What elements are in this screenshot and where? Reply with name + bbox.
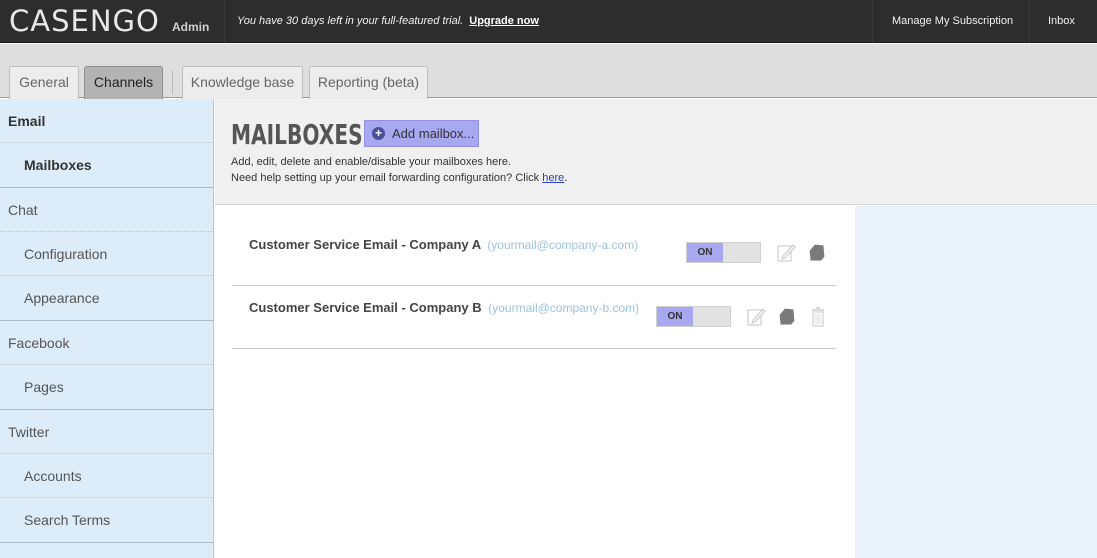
logo-admin-label: Admin (172, 20, 210, 34)
upgrade-link[interactable]: Upgrade now (469, 15, 539, 27)
right-panel (855, 206, 1097, 558)
mailbox-row: Customer Service Email - Company B (your… (232, 286, 836, 349)
logo[interactable]: CASENGO (9, 4, 160, 38)
page-title: MAILBOXES (231, 118, 363, 151)
tag-icon[interactable] (807, 242, 827, 264)
toggle-on-label: ON (657, 307, 693, 326)
mailbox-email: (yourmail@company-a.com) (487, 238, 639, 252)
sidebar-item-email[interactable]: Email (0, 99, 213, 143)
edit-icon[interactable] (776, 242, 796, 264)
trial-notice: You have 30 days left in your full-featu… (237, 15, 539, 27)
divider (872, 0, 873, 43)
mailbox-email: (yourmail@company-b.com) (488, 301, 640, 315)
mailbox-name-text: Customer Service Email - Company A (249, 237, 481, 252)
tab-knowledge-base[interactable]: Knowledge base (182, 66, 303, 99)
tab-divider (172, 70, 173, 94)
add-mailbox-label: Add mailbox... (392, 126, 475, 141)
sidebar: Email Mailboxes Chat Configuration Appea… (0, 99, 214, 558)
plus-circle-icon: + (372, 127, 385, 140)
mailbox-toggle[interactable]: ON (656, 306, 731, 327)
description-line-2: Need help setting up your email forwardi… (231, 172, 567, 184)
add-mailbox-button[interactable]: + Add mailbox... (364, 120, 479, 147)
mailbox-name: Customer Service Email - Company B (your… (249, 300, 639, 315)
sidebar-item-pages[interactable]: Pages (0, 365, 213, 409)
mailbox-toggle[interactable]: ON (686, 242, 761, 263)
sidebar-group-email: Email Mailboxes (0, 99, 213, 188)
trash-icon[interactable] (808, 306, 828, 328)
inbox-link[interactable]: Inbox (1048, 15, 1075, 27)
sidebar-item-configuration[interactable]: Configuration (0, 232, 213, 276)
sidebar-item-mailboxes[interactable]: Mailboxes (0, 143, 213, 187)
sidebar-item-appearance[interactable]: Appearance (0, 276, 213, 320)
mailbox-row: Customer Service Email - Company A (your… (232, 223, 836, 286)
edit-icon[interactable] (746, 306, 766, 328)
tab-bar: General Channels Knowledge base Reportin… (0, 44, 1097, 99)
manage-subscription-link[interactable]: Manage My Subscription (892, 15, 1013, 27)
sidebar-item-chat[interactable]: Chat (0, 188, 213, 232)
tab-general[interactable]: General (9, 66, 79, 99)
help-link[interactable]: here (542, 172, 564, 184)
sidebar-item-accounts[interactable]: Accounts (0, 454, 213, 498)
sidebar-item-search-terms[interactable]: Search Terms (0, 498, 213, 542)
mailbox-name-text: Customer Service Email - Company B (249, 300, 482, 315)
divider (1029, 0, 1030, 43)
sidebar-item-twitter[interactable]: Twitter (0, 410, 213, 454)
toggle-on-label: ON (687, 243, 723, 262)
trial-text: You have 30 days left in your full-featu… (237, 15, 464, 27)
sidebar-group-facebook: Facebook Pages (0, 321, 213, 410)
divider (224, 0, 225, 43)
tab-reporting[interactable]: Reporting (beta) (309, 66, 428, 99)
sidebar-group-chat: Chat Configuration Appearance (0, 188, 213, 321)
description-line-1: Add, edit, delete and enable/disable you… (231, 156, 512, 168)
top-bar: CASENGO Admin You have 30 days left in y… (0, 0, 1097, 43)
page-header: MAILBOXES + Add mailbox... Add, edit, de… (215, 99, 1097, 205)
description-period: . (564, 172, 568, 184)
sidebar-item-facebook[interactable]: Facebook (0, 321, 213, 365)
tag-icon[interactable] (777, 306, 797, 328)
tab-channels[interactable]: Channels (84, 66, 163, 99)
mailbox-name: Customer Service Email - Company A (your… (249, 237, 638, 252)
sidebar-group-twitter: Twitter Accounts Search Terms (0, 410, 213, 543)
description-line-2-text: Need help setting up your email forwardi… (231, 172, 540, 184)
